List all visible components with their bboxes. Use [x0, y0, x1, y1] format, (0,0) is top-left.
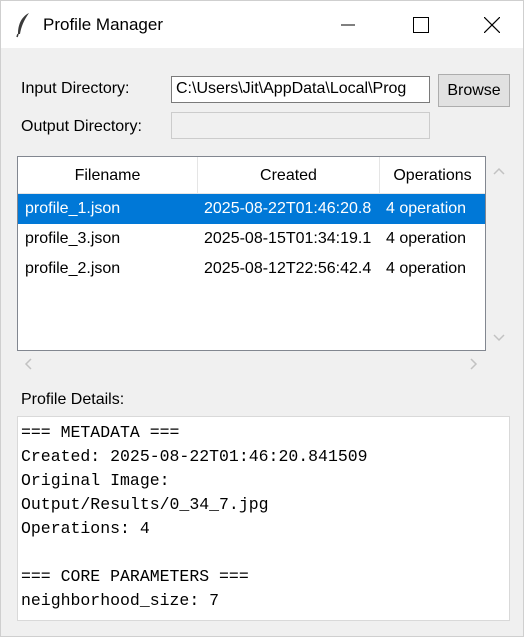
details-line: Created: 2025-08-22T01:46:20.841509 [21, 447, 368, 466]
details-line: === METADATA === [21, 423, 180, 442]
cell-operations: 4 operation [386, 260, 467, 277]
scroll-left-icon[interactable] [19, 354, 39, 374]
minimize-icon [341, 24, 355, 25]
profile-details-text[interactable]: === METADATA === Created: 2025-08-22T01:… [17, 416, 510, 621]
details-line: Output/Results/0_34_7.jpg [21, 495, 269, 514]
horizontal-scrollbar[interactable] [17, 351, 486, 377]
window-title: Profile Manager [43, 15, 164, 34]
column-header-operations[interactable]: Operations [380, 157, 485, 194]
browse-button[interactable]: Browse [438, 74, 510, 107]
output-directory-label: Output Directory: [21, 118, 142, 135]
cell-filename: profile_2.json [25, 260, 121, 277]
cell-created: 2025-08-12T22:56:42.4 [204, 260, 372, 277]
table-row[interactable]: profile_2.json 2025-08-12T22:56:42.4 4 o… [18, 254, 485, 284]
feather-icon [16, 13, 29, 38]
cell-filename: profile_1.json [25, 200, 121, 217]
scroll-right-icon[interactable] [463, 354, 483, 374]
details-line: Operations: 4 [21, 519, 150, 538]
cell-operations: 4 operation [386, 200, 467, 217]
details-line [21, 541, 506, 565]
maximize-icon [413, 16, 429, 33]
column-header-filename[interactable]: Filename [18, 157, 198, 194]
details-line: === CORE PARAMETERS === [21, 567, 249, 586]
output-directory-field[interactable] [171, 112, 430, 139]
table-row[interactable]: profile_3.json 2025-08-15T01:34:19.1 4 o… [18, 224, 485, 254]
cell-created: 2025-08-15T01:34:19.1 [204, 230, 372, 247]
table-header: Filename Created Operations [18, 157, 485, 194]
scroll-down-icon[interactable] [489, 327, 509, 347]
cell-filename: profile_3.json [25, 230, 121, 247]
input-directory-field[interactable]: C:\Users\Jit\AppData\Local\Prog [171, 76, 430, 103]
profile-manager-window: Profile Manager Input Directory: C:\User… [0, 0, 524, 637]
scroll-up-icon[interactable] [489, 162, 509, 182]
table-row[interactable]: profile_1.json 2025-08-22T01:46:20.8 4 o… [18, 194, 485, 224]
maximize-button[interactable] [392, 1, 450, 48]
details-line: neighborhood_size: 7 [21, 591, 220, 610]
cell-created: 2025-08-22T01:46:20.8 [204, 200, 372, 217]
vertical-scrollbar[interactable] [486, 156, 512, 351]
details-line: Original Image: [21, 471, 170, 490]
input-directory-label: Input Directory: [21, 80, 130, 97]
cell-operations: 4 operation [386, 230, 467, 247]
profiles-table: Filename Created Operations profile_1.js… [17, 156, 486, 351]
column-header-created[interactable]: Created [198, 157, 380, 194]
profile-details-label: Profile Details: [21, 391, 125, 408]
minimize-button[interactable] [319, 1, 377, 48]
close-icon [484, 16, 500, 33]
title-bar[interactable]: Profile Manager [1, 1, 523, 48]
close-button[interactable] [463, 1, 521, 48]
